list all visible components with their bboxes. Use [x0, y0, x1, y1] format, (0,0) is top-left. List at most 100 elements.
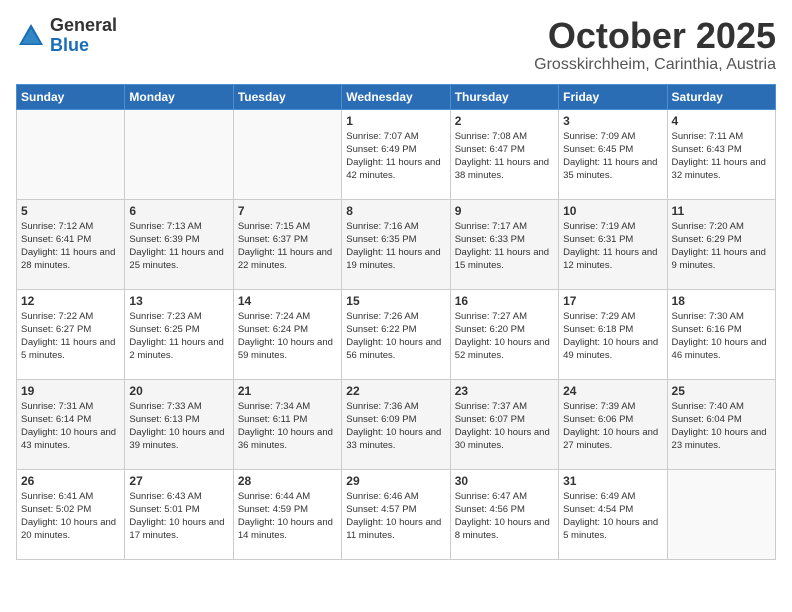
calendar-day-cell: 22 Sunrise: 7:36 AMSunset: 6:09 PMDaylig… [342, 379, 450, 469]
day-number: 16 [455, 294, 554, 308]
day-number: 15 [346, 294, 445, 308]
logo-general: General [50, 16, 117, 36]
calendar-day-cell: 11 Sunrise: 7:20 AMSunset: 6:29 PMDaylig… [667, 199, 775, 289]
day-info: Sunrise: 7:20 AMSunset: 6:29 PMDaylight:… [672, 220, 771, 273]
logo-blue: Blue [50, 36, 117, 56]
logo-text: General Blue [50, 16, 117, 56]
day-info: Sunrise: 7:24 AMSunset: 6:24 PMDaylight:… [238, 310, 337, 363]
calendar-day-cell: 19 Sunrise: 7:31 AMSunset: 6:14 PMDaylig… [17, 379, 125, 469]
calendar-day-cell: 31 Sunrise: 6:49 AMSunset: 4:54 PMDaylig… [559, 469, 667, 559]
day-info: Sunrise: 7:33 AMSunset: 6:13 PMDaylight:… [129, 400, 228, 453]
day-number: 14 [238, 294, 337, 308]
day-number: 18 [672, 294, 771, 308]
calendar-day-cell: 17 Sunrise: 7:29 AMSunset: 6:18 PMDaylig… [559, 289, 667, 379]
day-number: 1 [346, 114, 445, 128]
day-info: Sunrise: 7:08 AMSunset: 6:47 PMDaylight:… [455, 130, 554, 183]
day-number: 26 [21, 474, 120, 488]
logo-icon [16, 21, 46, 51]
location-title: Grosskirchheim, Carinthia, Austria [534, 56, 776, 74]
day-info: Sunrise: 7:19 AMSunset: 6:31 PMDaylight:… [563, 220, 662, 273]
day-number: 23 [455, 384, 554, 398]
calendar-day-cell: 6 Sunrise: 7:13 AMSunset: 6:39 PMDayligh… [125, 199, 233, 289]
day-info: Sunrise: 7:15 AMSunset: 6:37 PMDaylight:… [238, 220, 337, 273]
calendar-day-cell: 2 Sunrise: 7:08 AMSunset: 6:47 PMDayligh… [450, 109, 558, 199]
weekday-header: Monday [125, 84, 233, 109]
day-info: Sunrise: 6:47 AMSunset: 4:56 PMDaylight:… [455, 490, 554, 543]
calendar-day-cell: 15 Sunrise: 7:26 AMSunset: 6:22 PMDaylig… [342, 289, 450, 379]
day-info: Sunrise: 7:07 AMSunset: 6:49 PMDaylight:… [346, 130, 445, 183]
calendar-day-cell: 27 Sunrise: 6:43 AMSunset: 5:01 PMDaylig… [125, 469, 233, 559]
day-info: Sunrise: 7:40 AMSunset: 6:04 PMDaylight:… [672, 400, 771, 453]
day-number: 17 [563, 294, 662, 308]
day-number: 20 [129, 384, 228, 398]
day-info: Sunrise: 6:43 AMSunset: 5:01 PMDaylight:… [129, 490, 228, 543]
day-info: Sunrise: 7:16 AMSunset: 6:35 PMDaylight:… [346, 220, 445, 273]
day-info: Sunrise: 7:11 AMSunset: 6:43 PMDaylight:… [672, 130, 771, 183]
calendar-day-cell: 14 Sunrise: 7:24 AMSunset: 6:24 PMDaylig… [233, 289, 341, 379]
day-number: 29 [346, 474, 445, 488]
day-number: 19 [21, 384, 120, 398]
day-number: 9 [455, 204, 554, 218]
day-number: 21 [238, 384, 337, 398]
day-info: Sunrise: 6:49 AMSunset: 4:54 PMDaylight:… [563, 490, 662, 543]
day-number: 4 [672, 114, 771, 128]
day-info: Sunrise: 6:41 AMSunset: 5:02 PMDaylight:… [21, 490, 120, 543]
day-number: 8 [346, 204, 445, 218]
day-number: 27 [129, 474, 228, 488]
weekday-header-row: SundayMondayTuesdayWednesdayThursdayFrid… [17, 84, 776, 109]
calendar-week-row: 5 Sunrise: 7:12 AMSunset: 6:41 PMDayligh… [17, 199, 776, 289]
weekday-header: Sunday [17, 84, 125, 109]
day-number: 25 [672, 384, 771, 398]
day-number: 24 [563, 384, 662, 398]
calendar-day-cell: 25 Sunrise: 7:40 AMSunset: 6:04 PMDaylig… [667, 379, 775, 469]
day-info: Sunrise: 7:12 AMSunset: 6:41 PMDaylight:… [21, 220, 120, 273]
day-number: 2 [455, 114, 554, 128]
day-number: 13 [129, 294, 228, 308]
calendar-week-row: 19 Sunrise: 7:31 AMSunset: 6:14 PMDaylig… [17, 379, 776, 469]
calendar-day-cell: 21 Sunrise: 7:34 AMSunset: 6:11 PMDaylig… [233, 379, 341, 469]
calendar-day-cell: 24 Sunrise: 7:39 AMSunset: 6:06 PMDaylig… [559, 379, 667, 469]
day-info: Sunrise: 7:26 AMSunset: 6:22 PMDaylight:… [346, 310, 445, 363]
day-info: Sunrise: 7:39 AMSunset: 6:06 PMDaylight:… [563, 400, 662, 453]
day-info: Sunrise: 7:34 AMSunset: 6:11 PMDaylight:… [238, 400, 337, 453]
day-number: 6 [129, 204, 228, 218]
calendar-day-cell: 26 Sunrise: 6:41 AMSunset: 5:02 PMDaylig… [17, 469, 125, 559]
month-title: October 2025 [534, 16, 776, 56]
calendar-week-row: 26 Sunrise: 6:41 AMSunset: 5:02 PMDaylig… [17, 469, 776, 559]
day-number: 31 [563, 474, 662, 488]
day-info: Sunrise: 7:27 AMSunset: 6:20 PMDaylight:… [455, 310, 554, 363]
day-info: Sunrise: 6:46 AMSunset: 4:57 PMDaylight:… [346, 490, 445, 543]
calendar-day-cell: 5 Sunrise: 7:12 AMSunset: 6:41 PMDayligh… [17, 199, 125, 289]
calendar-day-cell: 13 Sunrise: 7:23 AMSunset: 6:25 PMDaylig… [125, 289, 233, 379]
weekday-header: Thursday [450, 84, 558, 109]
calendar-day-cell: 8 Sunrise: 7:16 AMSunset: 6:35 PMDayligh… [342, 199, 450, 289]
day-number: 30 [455, 474, 554, 488]
day-info: Sunrise: 7:31 AMSunset: 6:14 PMDaylight:… [21, 400, 120, 453]
day-number: 10 [563, 204, 662, 218]
calendar-day-cell [233, 109, 341, 199]
day-info: Sunrise: 7:29 AMSunset: 6:18 PMDaylight:… [563, 310, 662, 363]
weekday-header: Wednesday [342, 84, 450, 109]
calendar-week-row: 12 Sunrise: 7:22 AMSunset: 6:27 PMDaylig… [17, 289, 776, 379]
calendar-day-cell [667, 469, 775, 559]
calendar-day-cell: 10 Sunrise: 7:19 AMSunset: 6:31 PMDaylig… [559, 199, 667, 289]
calendar-table: SundayMondayTuesdayWednesdayThursdayFrid… [16, 84, 776, 560]
day-number: 22 [346, 384, 445, 398]
calendar-day-cell: 16 Sunrise: 7:27 AMSunset: 6:20 PMDaylig… [450, 289, 558, 379]
calendar-day-cell: 20 Sunrise: 7:33 AMSunset: 6:13 PMDaylig… [125, 379, 233, 469]
weekday-header: Friday [559, 84, 667, 109]
calendar-day-cell: 12 Sunrise: 7:22 AMSunset: 6:27 PMDaylig… [17, 289, 125, 379]
page-header: General Blue October 2025 Grosskirchheim… [16, 16, 776, 74]
calendar-day-cell: 29 Sunrise: 6:46 AMSunset: 4:57 PMDaylig… [342, 469, 450, 559]
calendar-day-cell: 28 Sunrise: 6:44 AMSunset: 4:59 PMDaylig… [233, 469, 341, 559]
day-info: Sunrise: 6:44 AMSunset: 4:59 PMDaylight:… [238, 490, 337, 543]
calendar-day-cell: 30 Sunrise: 6:47 AMSunset: 4:56 PMDaylig… [450, 469, 558, 559]
day-info: Sunrise: 7:13 AMSunset: 6:39 PMDaylight:… [129, 220, 228, 273]
day-number: 12 [21, 294, 120, 308]
calendar-day-cell: 23 Sunrise: 7:37 AMSunset: 6:07 PMDaylig… [450, 379, 558, 469]
calendar-day-cell: 9 Sunrise: 7:17 AMSunset: 6:33 PMDayligh… [450, 199, 558, 289]
day-info: Sunrise: 7:09 AMSunset: 6:45 PMDaylight:… [563, 130, 662, 183]
calendar-day-cell: 4 Sunrise: 7:11 AMSunset: 6:43 PMDayligh… [667, 109, 775, 199]
calendar-day-cell: 1 Sunrise: 7:07 AMSunset: 6:49 PMDayligh… [342, 109, 450, 199]
logo: General Blue [16, 16, 117, 56]
